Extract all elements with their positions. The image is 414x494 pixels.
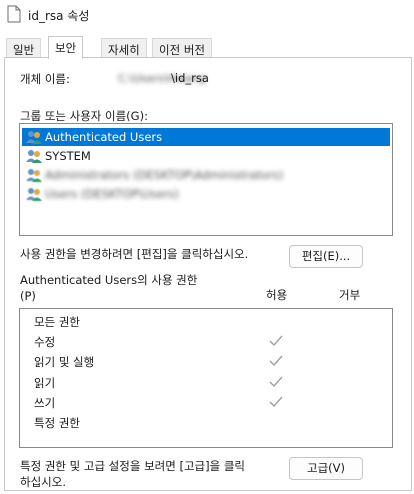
- list-item[interactable]: SYSTEM: [22, 147, 390, 165]
- object-name-label: 개체 이름:: [20, 72, 70, 86]
- edit-button[interactable]: 편집(E)...: [289, 245, 363, 268]
- tab-strip: 일반 보안 자세히 이전 버전: [0, 36, 414, 59]
- permissions-list: 모든 권한 수정 읽기 및 실행 읽기 쓰기 특정 권한: [19, 308, 393, 448]
- list-item-label: SYSTEM: [45, 149, 91, 163]
- advanced-hint-line2: 하십시오.: [20, 475, 66, 489]
- permission-row-label: 특정 권한: [34, 416, 80, 430]
- list-item-label: Authenticated Users: [45, 130, 163, 144]
- list-item[interactable]: Administrators (DESKTOP\Administrators): [22, 166, 390, 184]
- groups-label: 그룹 또는 사용자 이름(G):: [20, 109, 148, 123]
- list-item[interactable]: Authenticated Users: [22, 128, 390, 146]
- allow-column-header: 허용: [266, 288, 288, 302]
- permission-row-label: 모든 권한: [34, 315, 80, 329]
- list-item[interactable]: Users (DESKTOP\Users): [22, 185, 390, 203]
- list-item-label: Users (DESKTOP\Users): [45, 187, 179, 201]
- list-item-label: Administrators (DESKTOP\Administrators): [45, 168, 284, 182]
- user-group-icon: [26, 131, 42, 144]
- user-group-icon: [26, 188, 42, 201]
- permission-row-label: 수정: [34, 335, 56, 349]
- advanced-button[interactable]: 고급(V): [289, 457, 363, 480]
- user-group-icon: [26, 169, 42, 182]
- advanced-hint-line1: 특정 권한 및 고급 설정을 보려면 [고급]을 클릭: [20, 459, 245, 473]
- permissions-title: Authenticated Users의 사용 권한: [20, 273, 198, 287]
- deny-column-header: 거부: [339, 288, 361, 302]
- tab-security[interactable]: 보안: [48, 36, 84, 59]
- document-icon: [7, 5, 21, 23]
- window-title: id_rsa 속성: [28, 9, 90, 23]
- user-group-icon: [26, 150, 42, 163]
- checkmark-icon: [269, 335, 283, 347]
- permissions-title-suffix: (P): [20, 289, 36, 303]
- checkmark-icon: [269, 355, 283, 367]
- group-user-list[interactable]: Authenticated Users SYSTEM Administrator…: [19, 123, 393, 236]
- title-bar: id_rsa 속성: [0, 0, 414, 32]
- edit-hint: 사용 권한을 변경하려면 [편집]을 클릭하십시오.: [20, 247, 249, 261]
- checkmark-icon: [269, 376, 283, 388]
- tab-previous-versions[interactable]: 이전 버전: [152, 38, 212, 58]
- object-name-value: \id_rsa: [171, 71, 209, 85]
- tab-general[interactable]: 일반: [6, 38, 42, 58]
- checkmark-icon: [269, 396, 283, 408]
- permission-row-label: 읽기 및 실행: [34, 355, 95, 369]
- tab-details[interactable]: 자세히: [101, 38, 147, 58]
- permission-row-label: 읽기: [34, 376, 56, 390]
- permission-row-label: 쓰기: [34, 396, 56, 410]
